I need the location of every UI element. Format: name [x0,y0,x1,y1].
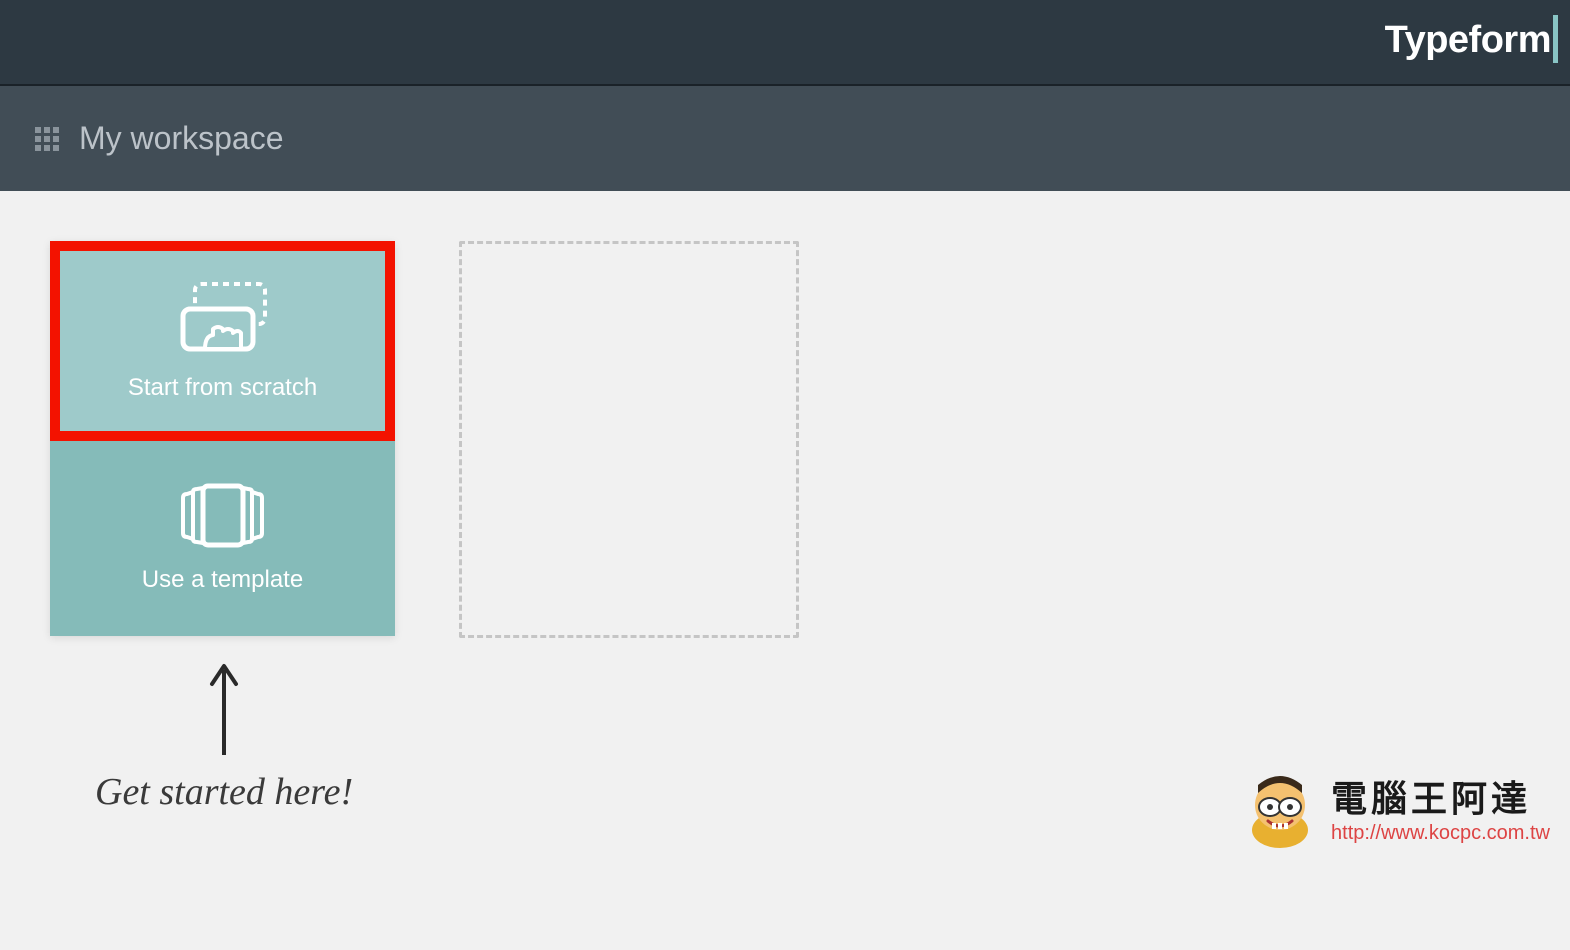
start-from-scratch-button[interactable]: Start from scratch [50,241,395,441]
brand-cursor-icon [1553,15,1558,63]
workspace-header: My workspace [0,86,1570,191]
brand-logo: Typeform [1385,15,1564,69]
create-options-stack: Start from scratch Use a template [50,241,395,636]
arrow-up-icon [204,660,244,760]
template-label: Use a template [142,566,303,594]
workspace-title: My workspace [79,120,284,157]
top-header: Typeform [0,0,1570,86]
use-template-button[interactable]: Use a template [50,441,395,636]
watermark-url: http://www.kocpc.com.tw [1331,822,1550,845]
watermark-text-block: 電腦王阿達 http://www.kocpc.com.tw [1331,770,1550,845]
scratch-icon [175,281,270,356]
annotation-text: Get started here! [95,770,353,814]
content-area: Start from scratch Use a template [0,191,1570,688]
brand-text: Typeform [1385,19,1551,61]
empty-form-placeholder[interactable] [459,241,799,638]
watermark-avatar-icon [1238,765,1323,850]
scratch-label: Start from scratch [128,374,317,402]
watermark-title: 電腦王阿達 [1331,770,1550,822]
watermark: 電腦王阿達 http://www.kocpc.com.tw [1238,765,1550,850]
grid-icon[interactable] [35,127,59,151]
get-started-annotation: Get started here! [95,660,353,814]
template-icon [175,483,270,548]
